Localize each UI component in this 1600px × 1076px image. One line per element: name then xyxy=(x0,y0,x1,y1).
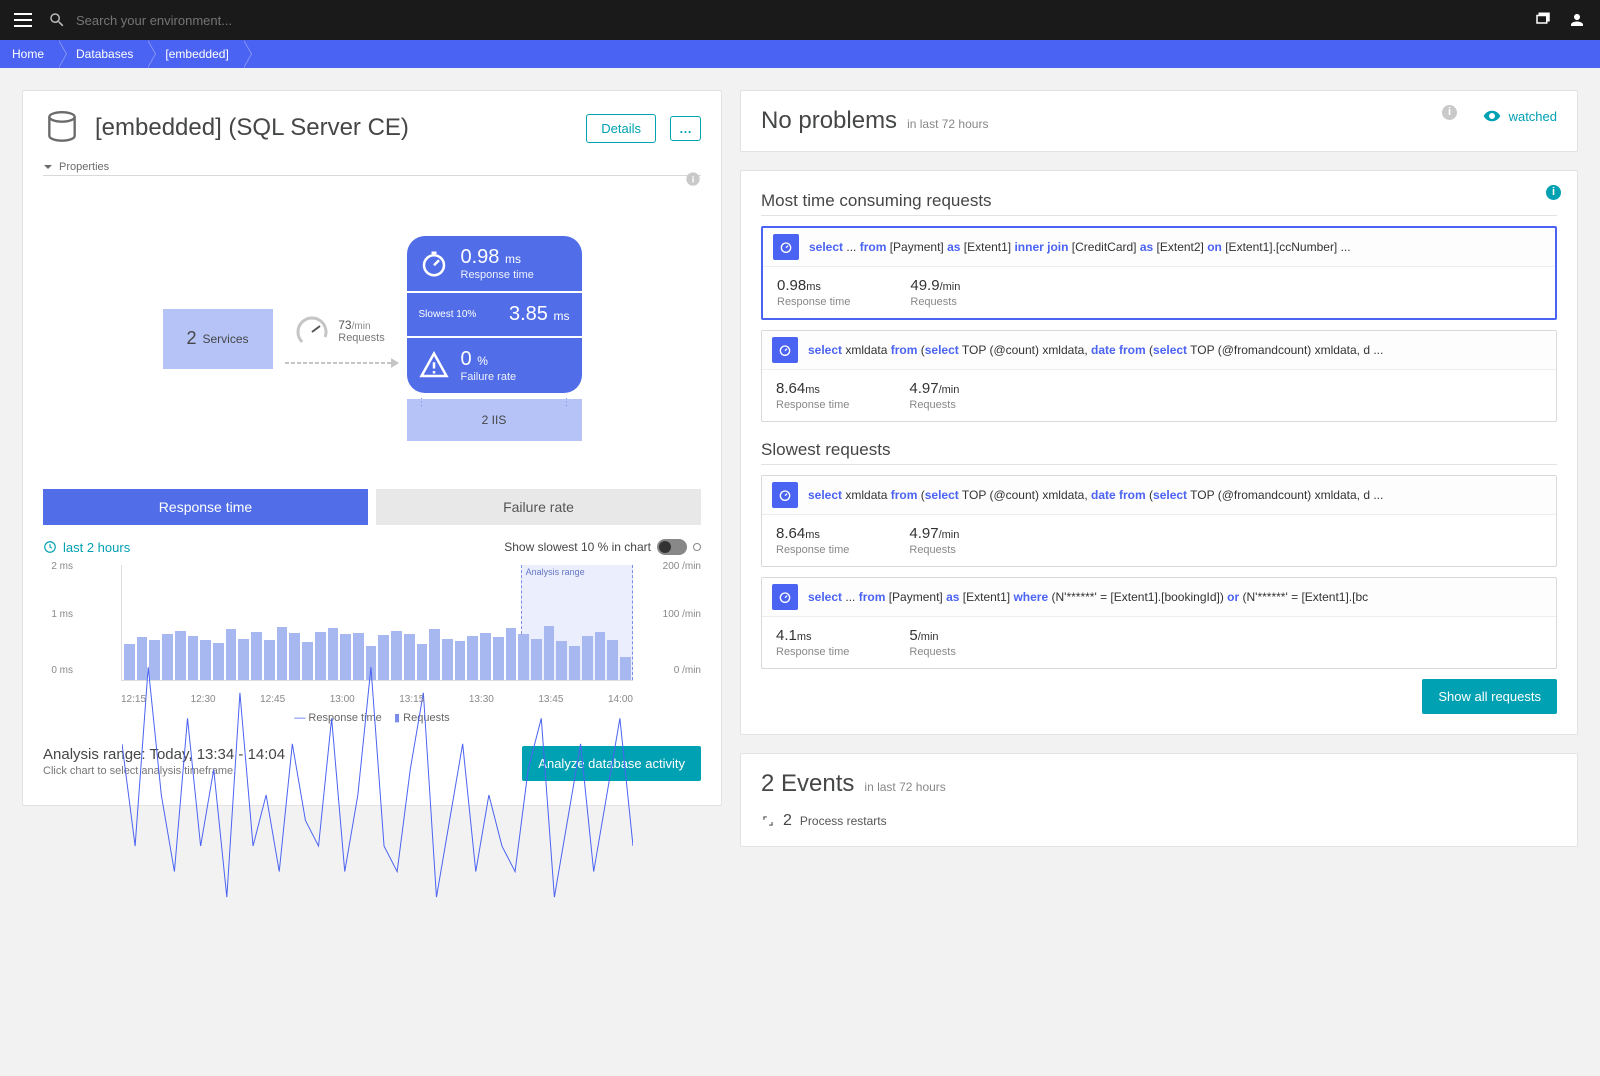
slowest-tile[interactable]: Slowest 10% 3.85 ms xyxy=(407,293,582,336)
database-icon xyxy=(43,109,81,147)
events-sub: in last 72 hours xyxy=(864,780,945,794)
request-card[interactable]: select xmldata from (select TOP (@count)… xyxy=(761,330,1557,422)
watched-toggle[interactable]: watched xyxy=(1483,107,1557,125)
more-menu-button[interactable]: … xyxy=(670,116,701,141)
stopwatch-icon xyxy=(778,239,794,255)
response-tile[interactable]: 0.98 msResponse time xyxy=(407,236,582,291)
flow-arrow: 73/min Requests xyxy=(285,314,395,364)
menu-icon[interactable] xyxy=(14,13,32,27)
request-card[interactable]: select xmldata from (select TOP (@count)… xyxy=(761,475,1557,567)
breadcrumb: Home Databases [embedded] xyxy=(0,40,1600,68)
failure-tile[interactable]: 0 %Failure rate xyxy=(407,338,582,393)
request-card[interactable]: select ... from [Payment] as [Extent1] w… xyxy=(761,577,1557,669)
svg-text:i: i xyxy=(692,174,695,184)
slowest-toggle[interactable] xyxy=(657,539,687,555)
search-input[interactable] xyxy=(76,13,376,28)
properties-toggle[interactable]: Properties xyxy=(43,161,701,176)
stopwatch-icon xyxy=(419,249,449,279)
search-icon xyxy=(48,11,66,29)
tab-response-time[interactable]: Response time xyxy=(43,489,368,525)
problems-sub: in last 72 hours xyxy=(907,117,988,131)
eye-icon xyxy=(1483,107,1501,125)
gauge-icon xyxy=(294,314,330,350)
stopwatch-icon xyxy=(777,487,793,503)
stopwatch-icon xyxy=(777,589,793,605)
warning-icon xyxy=(419,351,449,381)
section-slowest: Slowest requests xyxy=(761,440,1557,465)
timeframe-link[interactable]: last 2 hours xyxy=(43,540,130,555)
request-card[interactable]: select ... from [Payment] as [Extent1] i… xyxy=(761,226,1557,320)
info-icon[interactable]: i xyxy=(1546,185,1561,200)
page-title: [embedded] (SQL Server CE) xyxy=(95,114,572,142)
show-all-requests-button[interactable]: Show all requests xyxy=(1422,679,1557,714)
requests-panel: i Most time consuming requests select ..… xyxy=(740,170,1578,735)
details-button[interactable]: Details xyxy=(586,114,656,143)
chevron-down-icon xyxy=(43,162,53,172)
stopwatch-icon xyxy=(777,342,793,358)
properties-label: Properties xyxy=(59,161,109,173)
crumb-databases[interactable]: Databases xyxy=(58,40,147,68)
iis-bar[interactable]: 2 IIS xyxy=(407,399,582,441)
clock-icon xyxy=(43,540,57,554)
response-chart[interactable]: 2 ms 1 ms 0 ms 200 /min 100 /min 0 /min … xyxy=(43,565,701,705)
window-icon[interactable] xyxy=(1534,11,1552,29)
events-panel: 2 Events in last 72 hours 2 Process rest… xyxy=(740,753,1578,847)
toggle-outer-icon xyxy=(693,543,701,551)
crumb-home[interactable]: Home xyxy=(4,40,58,68)
info-icon[interactable]: i xyxy=(685,171,701,187)
slowest-toggle-label: Show slowest 10 % in chart xyxy=(504,540,651,554)
user-icon[interactable] xyxy=(1568,11,1586,29)
tab-failure-rate[interactable]: Failure rate xyxy=(376,489,701,525)
problems-title: No problems xyxy=(761,107,897,135)
services-chip[interactable]: 2Services xyxy=(163,309,273,369)
section-most-consuming: Most time consuming requests xyxy=(761,191,1557,216)
problems-panel: No problems in last 72 hours watched i xyxy=(740,90,1578,152)
crumb-current[interactable]: [embedded] xyxy=(147,40,242,68)
restart-icon xyxy=(761,814,775,828)
event-row[interactable]: 2 Process restarts xyxy=(761,812,1557,830)
info-icon[interactable]: i xyxy=(1442,105,1457,120)
